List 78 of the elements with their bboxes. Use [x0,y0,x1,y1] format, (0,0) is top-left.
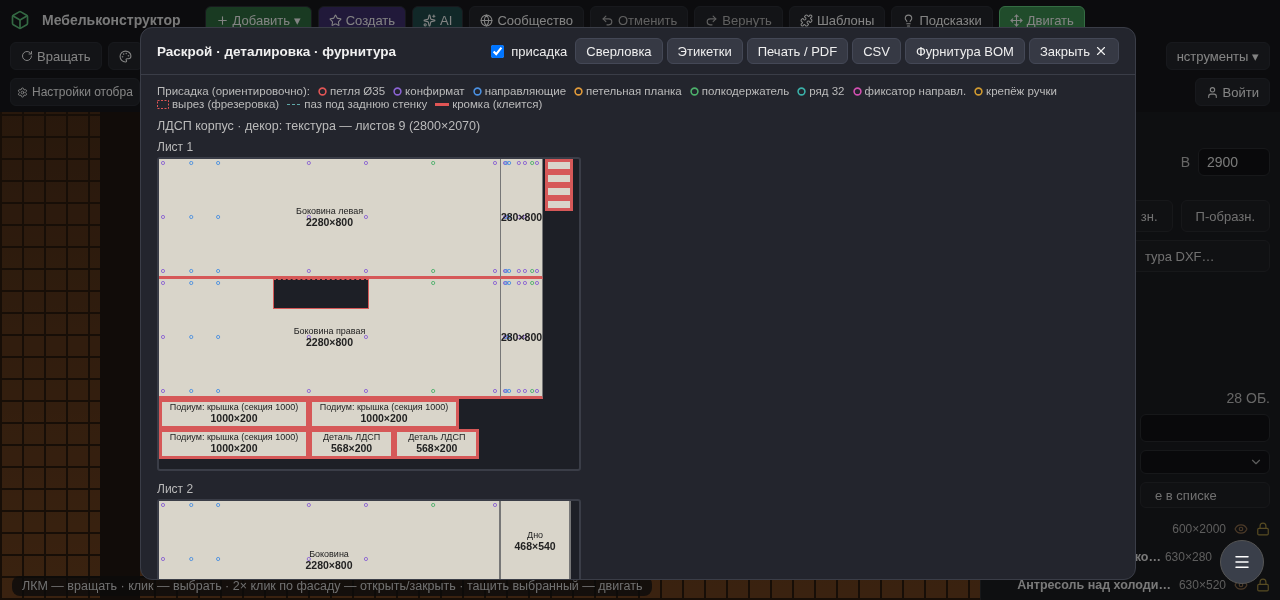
part-size: 280×800 [500,211,543,224]
object-size: 630×520 [1178,578,1226,592]
part-name: Подиум: крышка (секция 1000) [169,433,299,444]
sparkles-icon [423,13,437,27]
user-icon [1205,85,1219,99]
part-size: 2280×800 [306,336,353,349]
object-name: ко… [1134,550,1161,564]
legend-label: ряд 32 [809,85,845,97]
dialog-title: Раскрой · деталировка · фурнитура [157,43,397,59]
settings-icon [17,86,28,98]
rotate-button[interactable]: Вращать [10,42,102,70]
legend-label: конфирмат [405,85,465,97]
object-size: 630×280 [1164,550,1212,564]
height-field[interactable]: 2900 [1198,148,1270,176]
dialog-button[interactable]: CSV [852,38,901,64]
legend-label: кромка (клеится) [452,98,543,110]
part-name: Дно [527,530,544,541]
filter-button[interactable]: е в списке [1140,482,1270,508]
checkbox-label: присадка [511,43,568,59]
globe-icon [480,13,494,27]
legend-title: Присадка (ориентировочно): [157,85,310,97]
sheet-title: Лист 2 [157,482,195,496]
part-size: 568×200 [331,443,373,455]
object-count: 28 ОБ. [1226,390,1270,406]
dialog-button[interactable]: Печать / PDF [746,38,849,64]
lock-icon[interactable] [1256,522,1270,536]
part-size: 1000×200 [360,413,408,425]
material-heading: ЛДСП корпус · декор: текстура — листов 9 (2800×2070) [157,119,482,133]
legend-label: направляющие [484,85,567,97]
part-name: Боковина [309,550,349,561]
part-name: Деталь ЛДСП [322,433,381,444]
part-name: Боковина левая [295,206,364,217]
move-arrows-icon [1009,13,1023,27]
star-icon [328,13,342,27]
part-size: 1000×200 [210,413,258,425]
legend-label: паз под заднюю стенку [304,98,428,110]
eye-icon[interactable] [1234,522,1248,536]
object-name: Антресоль над холоди… [1017,578,1171,592]
sheet-title: Лист 1 [157,140,195,154]
plus-icon [215,13,229,27]
legend-label: крепёж ручки [986,85,1057,97]
undo-icon [600,13,614,27]
palette-icon [118,49,132,63]
dialog-button[interactable]: Этикетки [666,38,743,64]
part-size: 1000×200 [210,443,258,455]
legend-label: полкодержатель [701,85,790,97]
part-name: Подиум: крышка (секция 1000) [319,403,449,414]
part-size: 280×800 [500,331,543,344]
legend-label: фиксатор направл. [864,85,967,97]
rotate-icon [21,50,33,62]
legend-label: вырез (фрезеровка) [172,98,280,110]
legend-label: петля Ø35 [330,85,386,97]
part-size: 2280×800 [305,560,353,572]
part-name: Боковина правая [293,326,366,337]
puzzle-icon [799,13,813,27]
redo-icon [705,13,719,27]
part-size: 468×540 [514,540,556,553]
object-size: 600×2000 [1172,522,1226,536]
dialog-button[interactable]: Сверловка [575,38,663,64]
close-icon [1094,44,1108,58]
login-button[interactable]: Войти [1194,78,1270,106]
dialog-button[interactable]: Фурнитура BOM [904,38,1025,64]
logo-icon [10,10,30,30]
app-title: Мебельконструктор [42,12,181,28]
palette-button[interactable] [107,42,143,70]
menu-icon [1233,553,1251,571]
drilling-checkbox[interactable] [491,44,505,58]
part-size: 2280×800 [306,216,353,229]
legend-label: петельная планка [586,85,682,97]
lock-icon[interactable] [1256,578,1270,592]
part-size: 568×200 [416,443,458,455]
close-button[interactable]: Закрыть [1028,38,1119,64]
display-settings-button[interactable]: Настройки отобра [10,78,140,106]
shape-button[interactable]: П-образн. [1180,200,1270,232]
height-label: В [1180,154,1190,170]
part-name: Деталь ЛДСП [408,433,466,444]
part-name: Подиум: крышка (секция 1000) [169,403,299,414]
tools-menu-button[interactable]: нструменты ▾ [1165,42,1270,70]
